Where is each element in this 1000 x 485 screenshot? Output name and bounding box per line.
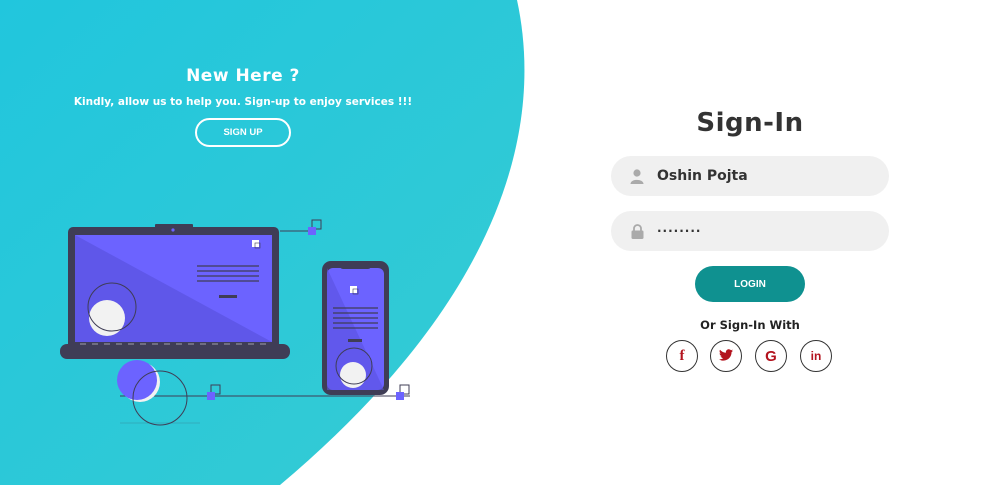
or-signin-with-label: Or Sign-In With — [700, 318, 800, 332]
square-purple — [396, 392, 404, 400]
square-purple — [308, 227, 316, 235]
username-field[interactable]: Oshin Pojta — [611, 156, 889, 196]
login-button[interactable]: LOGIN — [695, 266, 805, 302]
decorative-circles — [117, 360, 188, 426]
password-field[interactable]: ········ — [611, 211, 889, 251]
twitter-icon — [719, 348, 733, 364]
devices-illustration — [60, 219, 410, 426]
google-button[interactable]: G — [755, 340, 787, 372]
signin-title: Sign-In — [696, 108, 804, 138]
laptop-icon — [60, 224, 290, 359]
linkedin-icon: in — [810, 349, 822, 363]
lock-icon — [629, 223, 645, 239]
password-value[interactable]: ········ — [657, 224, 701, 238]
square-purple — [207, 392, 215, 400]
social-login-group: f G in — [666, 340, 836, 374]
twitter-button[interactable] — [710, 340, 742, 372]
facebook-button[interactable]: f — [666, 340, 698, 372]
left-panel: New Here ? Kindly, allow us to help you.… — [0, 0, 500, 485]
linkedin-button[interactable]: in — [800, 340, 832, 372]
phone-icon — [322, 261, 389, 395]
facebook-icon: f — [679, 347, 685, 364]
user-icon — [629, 168, 645, 184]
google-icon: G — [765, 347, 777, 365]
username-value[interactable]: Oshin Pojta — [657, 168, 748, 184]
signin-panel: Sign-In Oshin Pojta ········ LOGIN Or Si… — [560, 0, 940, 485]
